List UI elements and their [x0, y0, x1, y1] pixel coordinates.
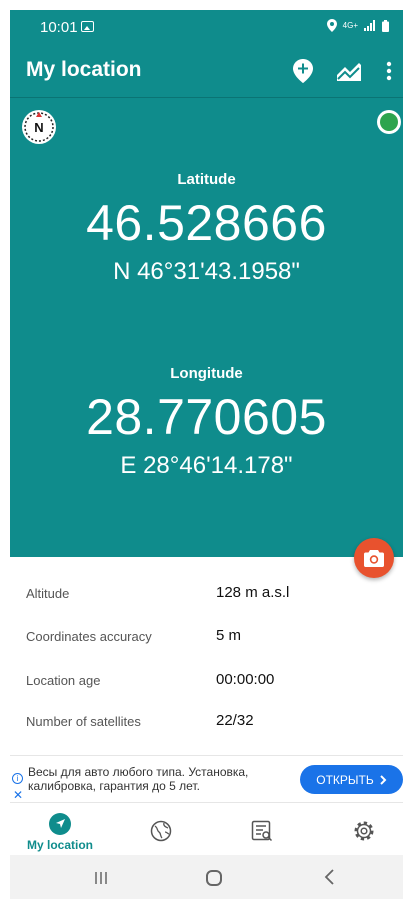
ad-banner[interactable]: i ✕ Весы для авто любого типа. Установка…: [10, 755, 403, 803]
track-chart-button[interactable]: [336, 58, 362, 84]
compass-button[interactable]: N: [22, 110, 56, 144]
altitude-value: 128 m a.s.l: [216, 584, 290, 601]
location-age-key: Location age: [26, 673, 101, 688]
status-time: 10:01: [40, 19, 78, 36]
nav-map[interactable]: [149, 803, 173, 855]
altitude-key: Altitude: [26, 586, 70, 601]
longitude-label: Longitude: [170, 365, 243, 382]
accuracy-value: 5 m: [216, 627, 242, 644]
info-row-location-age: Location age 00:00:00: [10, 665, 403, 695]
location-age-value: 00:00:00: [216, 671, 275, 688]
info-row-accuracy: Coordinates accuracy 5 m: [10, 621, 403, 651]
latitude-decimal: 46.528666: [86, 195, 327, 251]
overflow-menu-button[interactable]: [380, 58, 398, 84]
info-row-altitude: Altitude 128 m a.s.l: [10, 578, 403, 608]
app-bar: My location: [10, 44, 403, 98]
camera-icon: [364, 549, 384, 567]
bottom-navigation: My location: [10, 803, 403, 855]
more-vert-icon: [386, 61, 392, 81]
longitude-dms: E 28°46'14.178": [120, 452, 293, 479]
navigation-arrow-icon: [49, 813, 71, 835]
ad-open-button[interactable]: ОТКРЫТЬ: [300, 765, 403, 794]
signal-icon: [364, 20, 375, 31]
longitude-block: Longitude 28.770605 E 28°46'14.178": [10, 365, 403, 480]
accuracy-key: Coordinates accuracy: [26, 629, 152, 644]
list-search-icon: [251, 820, 273, 842]
system-navigation-bar: [10, 855, 403, 899]
recent-apps-button[interactable]: [94, 871, 108, 885]
nav-my-location[interactable]: My location: [27, 803, 93, 855]
add-location-pin-icon: [293, 59, 313, 83]
info-row-satellites: Number of satellites 22/32: [10, 706, 403, 736]
nav-saved-places[interactable]: [250, 803, 274, 855]
gps-status-indicator: [377, 110, 401, 134]
ad-info-icon[interactable]: i: [12, 773, 23, 784]
globe-icon: [150, 820, 172, 842]
gallery-notification-icon: [81, 21, 94, 32]
gear-icon: [354, 821, 374, 841]
ad-close-icon[interactable]: ✕: [13, 789, 23, 801]
satellites-value: 22/32: [216, 712, 254, 729]
latitude-label: Latitude: [177, 171, 236, 188]
location-pin-icon: [326, 19, 337, 32]
ad-text: Весы для авто любого типа. Установка, ка…: [28, 765, 249, 793]
nav-my-location-label: My location: [27, 838, 94, 852]
network-type-label: 4G+: [342, 21, 358, 30]
elevation-chart-icon: [337, 63, 361, 81]
latitude-block: Latitude 46.528666 N 46°31'43.1958": [10, 171, 403, 286]
coordinates-panel: N Latitude 46.528666 N 46°31'43.1958" Lo…: [10, 98, 403, 557]
nav-settings[interactable]: [352, 803, 376, 855]
latitude-dms: N 46°31'43.1958": [113, 258, 300, 285]
compass-icon: N: [24, 112, 54, 142]
satellites-key: Number of satellites: [26, 714, 141, 729]
chevron-right-icon: [380, 774, 387, 785]
home-button[interactable]: [206, 870, 222, 886]
status-bar: 10:01 4G+: [10, 10, 403, 44]
ad-open-label: ОТКРЫТЬ: [316, 772, 374, 787]
status-indicators: 4G+: [326, 19, 389, 32]
battery-icon: [382, 19, 389, 32]
add-location-button[interactable]: [290, 58, 316, 84]
camera-button[interactable]: [354, 538, 394, 578]
compass-letter: N: [34, 120, 43, 135]
app-title: My location: [26, 58, 142, 81]
back-button[interactable]: [320, 867, 340, 887]
longitude-decimal: 28.770605: [86, 389, 327, 445]
